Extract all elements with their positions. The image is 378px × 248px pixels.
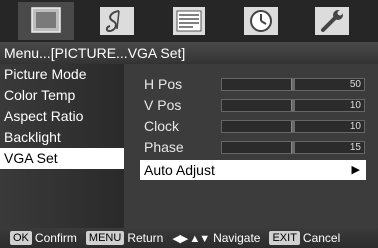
tab-audio[interactable] — [89, 2, 145, 40]
v-pos-slider-knob[interactable] — [291, 100, 295, 111]
h-pos-label: H Pos — [144, 76, 183, 92]
audio-note-icon — [100, 7, 135, 35]
auto-adjust-label: Auto Adjust — [144, 162, 215, 178]
wrench-icon — [315, 7, 350, 35]
osd-screen: Menu...[PICTURE...VGA Set] Picture Mode … — [0, 0, 378, 248]
menu-item-vga-set[interactable]: VGA Set — [0, 148, 124, 169]
h-pos-value: 50 — [349, 79, 361, 90]
menu-item-backlight[interactable]: Backlight — [0, 127, 124, 148]
exit-key: EXIT — [269, 231, 300, 245]
phase-value: 15 — [349, 142, 361, 153]
phase-slider[interactable]: 15 — [221, 141, 365, 154]
clock-slider[interactable]: 10 — [221, 120, 365, 133]
phase-slider-knob[interactable] — [291, 142, 295, 153]
breadcrumb: Menu...[PICTURE...VGA Set] — [0, 42, 378, 64]
menu-item-color-temp[interactable]: Color Temp — [0, 85, 124, 106]
return-hint: Return — [127, 231, 164, 245]
phase-row[interactable]: Phase 15 — [124, 137, 366, 157]
tab-setup[interactable] — [304, 2, 360, 40]
v-pos-label: V Pos — [144, 97, 182, 113]
menu-item-picture-mode[interactable]: Picture Mode — [0, 64, 124, 85]
clock-label: Clock — [144, 118, 180, 134]
clock-slider-knob[interactable] — [291, 121, 295, 132]
menu-icon-bar — [0, 0, 378, 42]
function-list-icon — [172, 7, 205, 35]
v-pos-row[interactable]: V Pos 10 — [124, 95, 366, 115]
tab-function[interactable] — [161, 2, 217, 40]
h-pos-row[interactable]: H Pos 50 — [124, 74, 366, 94]
ok-key: OK — [10, 231, 32, 245]
picture-icon — [31, 7, 61, 33]
v-pos-slider[interactable]: 10 — [221, 99, 365, 112]
clock-row[interactable]: Clock 10 — [124, 116, 366, 136]
h-pos-slider-knob[interactable] — [291, 79, 295, 90]
menu-item-aspect-ratio[interactable]: Aspect Ratio — [0, 106, 124, 127]
phase-label: Phase — [144, 139, 184, 155]
vga-settings-panel: H Pos 50 V Pos 10 Clock 10 Phase 15 Auto… — [124, 64, 378, 228]
v-pos-value: 10 — [349, 100, 361, 111]
menu-key: MENU — [85, 231, 125, 245]
navigate-hint: Navigate — [213, 231, 261, 245]
clock-value: 10 — [349, 121, 361, 132]
tab-time[interactable] — [233, 2, 289, 40]
tab-picture[interactable] — [17, 2, 74, 40]
hint-bar: OK Confirm MENU Return ◀▶ ▲▼ Navigate EX… — [0, 228, 378, 248]
auto-adjust-button[interactable]: Auto Adjust ▶ — [140, 160, 366, 180]
arrow-right-icon: ▶ — [351, 164, 360, 176]
cancel-hint: Cancel — [302, 231, 341, 245]
navigate-arrows-icon: ◀▶ ▲▼ — [172, 232, 210, 245]
clock-icon — [243, 7, 278, 35]
h-pos-slider[interactable]: 50 — [221, 78, 365, 91]
confirm-hint: Confirm — [34, 231, 77, 245]
left-menu: Picture Mode Color Temp Aspect Ratio Bac… — [0, 64, 124, 228]
